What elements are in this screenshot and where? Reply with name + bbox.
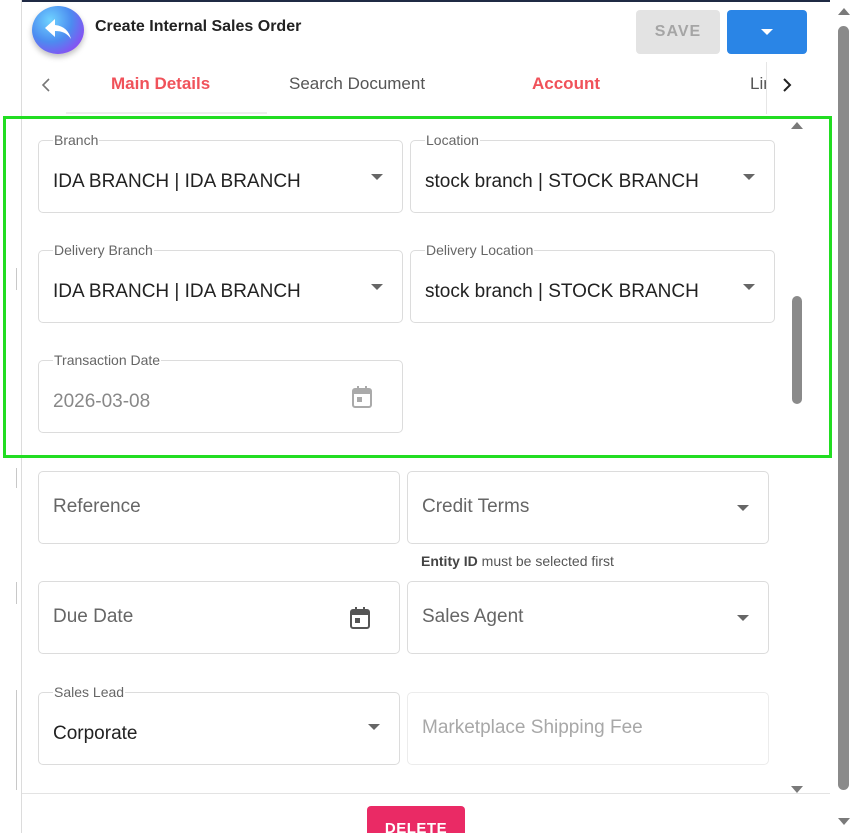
page-title: Create Internal Sales Order xyxy=(95,18,302,35)
chevron-left-icon xyxy=(41,78,50,92)
sales-lead-select[interactable]: Sales Lead Corporate xyxy=(38,682,400,765)
page-scroll-up-arrow[interactable] xyxy=(838,8,850,15)
left-edge-mark xyxy=(16,468,17,488)
page-scrollbar-thumb[interactable] xyxy=(838,26,849,790)
chevron-down-icon xyxy=(761,29,773,35)
sales-lead-label: Sales Lead xyxy=(53,682,126,702)
inner-scroll-down-arrow[interactable] xyxy=(791,786,803,793)
top-border xyxy=(22,0,830,2)
tab-lines[interactable]: Lin xyxy=(750,74,766,94)
sales-agent-select[interactable]: Sales Agent xyxy=(407,581,769,654)
caret-down-icon xyxy=(737,615,749,621)
tab-search-document[interactable]: Search Document xyxy=(289,74,425,94)
helper-text: must be selected first xyxy=(477,553,614,569)
caret-down-icon xyxy=(368,724,380,730)
delete-button[interactable]: DELETE xyxy=(367,806,465,833)
due-date-placeholder: Due Date xyxy=(53,606,134,627)
reference-input[interactable]: Reference xyxy=(38,471,400,544)
page-scroll-down-arrow[interactable] xyxy=(838,818,850,825)
marketplace-shipping-fee-placeholder: Marketplace Shipping Fee xyxy=(422,717,643,738)
tab-account[interactable]: Account xyxy=(532,74,600,94)
highlight-box xyxy=(3,116,832,458)
helper-bold-text: Entity ID xyxy=(421,553,478,569)
caret-down-icon xyxy=(737,505,749,511)
reply-arrow-icon xyxy=(45,19,71,39)
save-button[interactable]: SAVE xyxy=(636,10,720,54)
due-date-field[interactable]: Due Date xyxy=(38,581,400,654)
left-edge-mark xyxy=(16,690,17,790)
sales-lead-value: Corporate xyxy=(53,723,138,744)
tabs-scroll-left-button[interactable] xyxy=(34,72,58,98)
more-actions-button[interactable] xyxy=(727,10,807,54)
left-edge-mark xyxy=(16,582,17,604)
inner-scroll-up-arrow[interactable] xyxy=(791,122,803,129)
chevron-right-icon xyxy=(783,78,792,92)
back-button[interactable] xyxy=(32,6,84,54)
tab-indicator xyxy=(66,112,267,114)
tabs-divider xyxy=(766,62,767,114)
tab-main-details[interactable]: Main Details xyxy=(111,74,210,94)
calendar-icon[interactable] xyxy=(349,606,371,630)
credit-terms-placeholder: Credit Terms xyxy=(422,496,530,517)
reference-placeholder: Reference xyxy=(53,496,141,517)
tabs-scroll-right-button[interactable] xyxy=(775,72,799,98)
marketplace-shipping-fee-input[interactable]: Marketplace Shipping Fee xyxy=(407,692,769,765)
credit-terms-helper-text: Entity ID must be selected first xyxy=(421,553,614,569)
content-bottom-divider xyxy=(22,793,830,794)
inner-scrollbar-thumb[interactable] xyxy=(792,296,802,404)
credit-terms-select[interactable]: Credit Terms xyxy=(407,471,769,544)
sales-agent-placeholder: Sales Agent xyxy=(422,606,524,627)
